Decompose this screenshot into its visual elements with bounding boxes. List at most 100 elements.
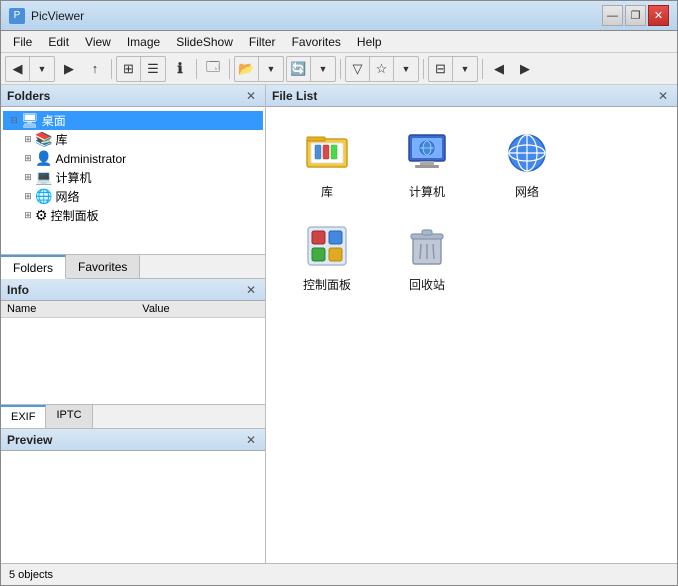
folders-close-button[interactable]: ✕ (243, 88, 259, 104)
menu-view[interactable]: View (77, 33, 119, 51)
app-icon: P (9, 8, 25, 24)
computer-file-label: 计算机 (409, 183, 445, 200)
left-panel: Folders ✕ ⊟ 🖥 桌面 ⊞ 📚 库 (1, 85, 266, 563)
preview-panel-header: Preview ✕ (1, 429, 265, 451)
desktop-icon: 🖥 (21, 112, 39, 129)
preview-close-button[interactable]: ✕ (243, 432, 259, 448)
menu-file[interactable]: File (5, 33, 40, 51)
tab-exif[interactable]: EXIF (1, 405, 46, 428)
statusbar: 5 objects (1, 563, 677, 585)
folder-tabs: Folders Favorites (1, 254, 265, 278)
recycle-file-label: 回收站 (409, 276, 445, 293)
menubar: File Edit View Image SlideShow Filter Fa… (1, 31, 677, 53)
file-item-control[interactable]: 控制面板 (282, 216, 372, 299)
tree-item-computer[interactable]: ⊞ 💻 计算机 (17, 168, 263, 187)
menu-image[interactable]: Image (119, 33, 168, 51)
menu-edit[interactable]: Edit (40, 33, 77, 51)
network-icon: 🌐 (35, 188, 52, 205)
forward-button[interactable]: ▶ (57, 57, 81, 81)
file-list-label: File List (272, 89, 317, 103)
network-file-label: 网络 (515, 183, 539, 200)
folders-panel-header: Folders ✕ (1, 85, 265, 107)
user-icon: 👤 (35, 150, 52, 167)
list-view-button[interactable]: ☰ (141, 57, 165, 81)
recycle-file-icon (403, 222, 451, 270)
rotate-dropdown[interactable]: ▼ (311, 57, 335, 81)
layout-button[interactable]: ⊟ (429, 57, 453, 81)
control-file-label: 控制面板 (303, 276, 351, 293)
info-close-button[interactable]: ✕ (243, 282, 259, 298)
layout-group: ⊟ ▼ (428, 56, 478, 82)
tree-children: ⊞ 📚 库 ⊞ 👤 Administrator ⊞ 💻 计算机 (17, 130, 263, 225)
tab-iptc[interactable]: IPTC (46, 405, 92, 428)
menu-filter[interactable]: Filter (241, 33, 284, 51)
file-list-close-button[interactable]: ✕ (655, 88, 671, 104)
menu-help[interactable]: Help (349, 33, 390, 51)
tree-item-controlpanel[interactable]: ⊞ ⚙ 控制面板 (17, 206, 263, 225)
info-tabs: EXIF IPTC (1, 404, 265, 428)
file-item-library[interactable]: 库 (282, 123, 372, 206)
computer-icon: 💻 (35, 169, 52, 186)
separator-6 (482, 59, 483, 79)
layout-dropdown[interactable]: ▼ (453, 57, 477, 81)
browse-button[interactable]: 📂 (235, 57, 259, 81)
tab-folders[interactable]: Folders (1, 255, 66, 279)
favorites-button[interactable]: ☆ (370, 57, 394, 81)
separator-5 (423, 59, 424, 79)
library-file-label: 库 (321, 183, 333, 200)
rotate-group: 🔄 ▼ (286, 56, 336, 82)
up-button[interactable]: ↑ (83, 57, 107, 81)
col-value: Value (136, 301, 265, 318)
info-label: Info (7, 283, 29, 297)
computer-file-icon (403, 129, 451, 177)
expand-icon[interactable]: ⊞ (21, 210, 35, 221)
tab-favorites[interactable]: Favorites (66, 255, 140, 278)
menu-slideshow[interactable]: SlideShow (168, 33, 241, 51)
tree-item-network[interactable]: ⊞ 🌐 网络 (17, 187, 263, 206)
tree-item-library[interactable]: ⊞ 📚 库 (17, 130, 263, 149)
nav-group2: 📂 ▼ (234, 56, 284, 82)
separator-1 (111, 59, 112, 79)
file-item-recycle[interactable]: 回收站 (382, 216, 472, 299)
view-group: ⊞ ☰ (116, 56, 166, 82)
separator-2 (196, 59, 197, 79)
expand-icon[interactable]: ⊟ (7, 115, 21, 126)
control-file-icon (303, 222, 351, 270)
back-button[interactable]: ◀ (6, 57, 30, 81)
expand-icon[interactable]: ⊞ (21, 172, 35, 183)
controlpanel-icon: ⚙ (35, 207, 48, 224)
minimize-button[interactable]: — (602, 5, 623, 26)
expand-icon[interactable]: ⊞ (21, 191, 35, 202)
prev-button[interactable]: ◀ (487, 57, 511, 81)
rotate-button[interactable]: 🔄 (287, 57, 311, 81)
tree-item-desktop[interactable]: ⊟ 🖥 桌面 (3, 111, 263, 130)
content-area: Folders ✕ ⊟ 🖥 桌面 ⊞ 📚 库 (1, 85, 677, 563)
thumbnail-view-button[interactable]: ⊞ (117, 57, 141, 81)
restore-button[interactable]: ❐ (625, 5, 646, 26)
toolbar: ◀ ▼ ▶ ↑ ⊞ ☰ ℹ 🗔 📂 ▼ 🔄 ▼ ▽ ☆ ▼ ⊟ ▼ (1, 53, 677, 85)
info-button[interactable]: ℹ (168, 57, 192, 81)
file-list-header: File List ✕ (266, 85, 677, 107)
window-controls: — ❐ ✕ (602, 5, 669, 26)
expand-icon[interactable]: ⊞ (21, 153, 35, 164)
next-button[interactable]: ▶ (513, 57, 537, 81)
col-name: Name (1, 301, 136, 318)
separator-4 (340, 59, 341, 79)
info-panel: Info ✕ Name Value EXI (1, 278, 265, 428)
folder-tree[interactable]: ⊟ 🖥 桌面 ⊞ 📚 库 ⊞ 👤 Administrator (1, 107, 265, 254)
back-dropdown[interactable]: ▼ (30, 57, 54, 81)
separator-3 (229, 59, 230, 79)
favorites-dropdown[interactable]: ▼ (394, 57, 418, 81)
tree-item-administrator[interactable]: ⊞ 👤 Administrator (17, 149, 263, 168)
file-item-computer[interactable]: 计算机 (382, 123, 472, 206)
info-panel-header: Info ✕ (1, 279, 265, 301)
view-toggle-button[interactable]: 🗔 (201, 57, 225, 81)
file-item-network[interactable]: 网络 (482, 123, 572, 206)
filter-button[interactable]: ▽ (346, 57, 370, 81)
menu-favorites[interactable]: Favorites (284, 33, 349, 51)
titlebar: P PicViewer — ❐ ✕ (1, 1, 677, 31)
preview-body (1, 451, 265, 563)
expand-icon[interactable]: ⊞ (21, 134, 35, 145)
browse-dropdown[interactable]: ▼ (259, 57, 283, 81)
close-button[interactable]: ✕ (648, 5, 669, 26)
